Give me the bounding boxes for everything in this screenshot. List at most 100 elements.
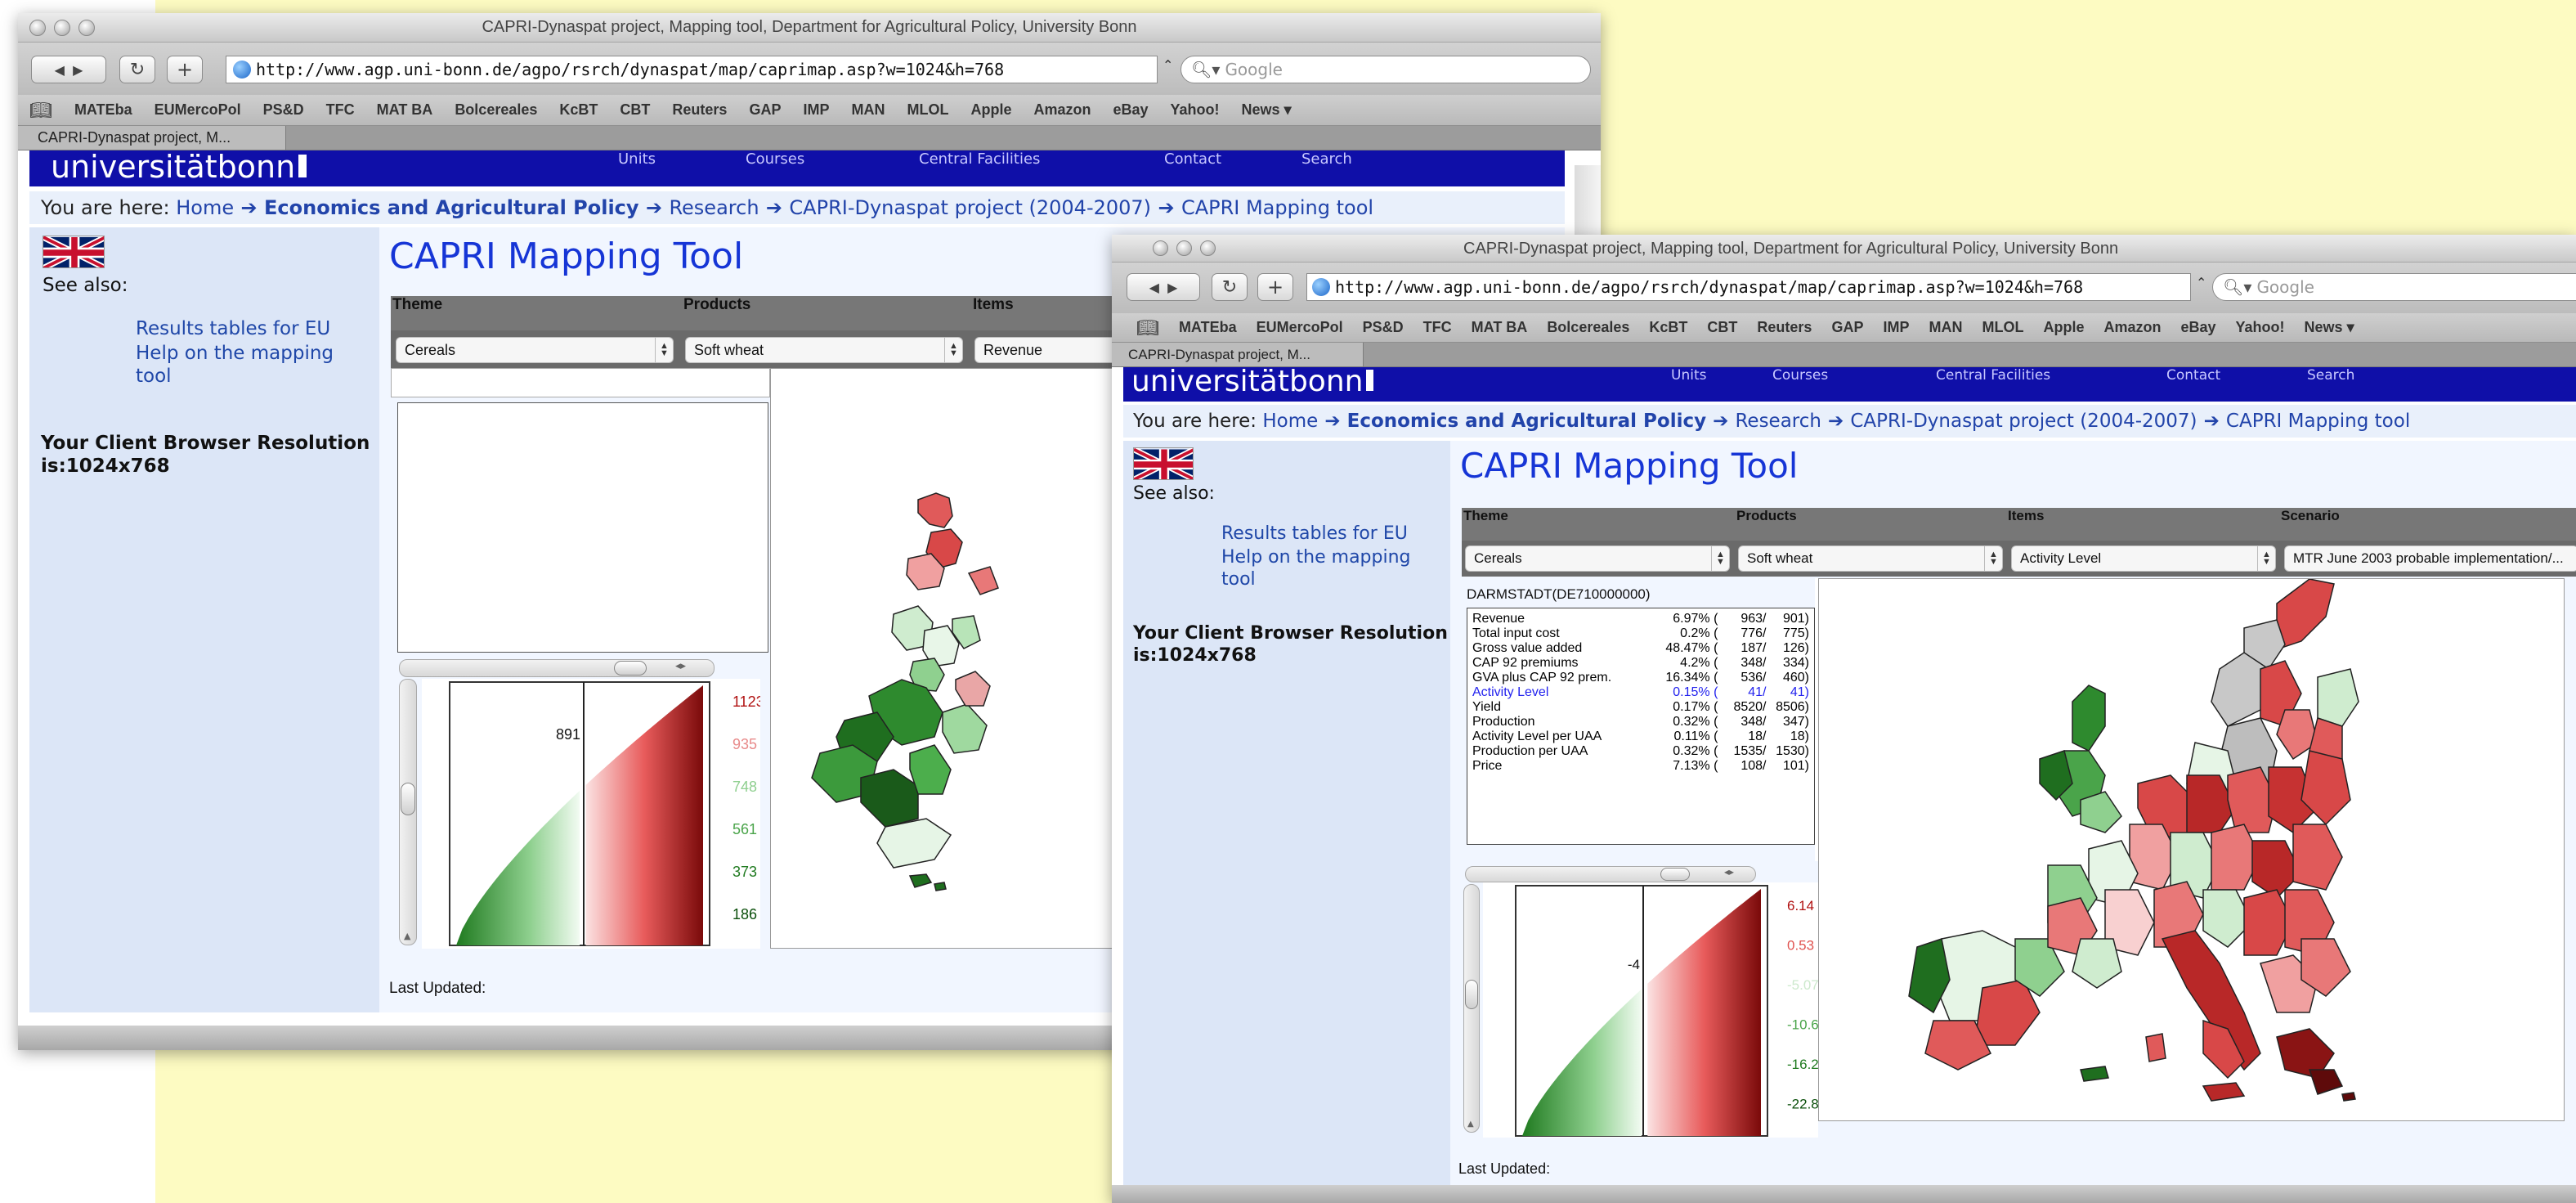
bookmark-item[interactable]: PS&D — [263, 101, 304, 119]
bookmark-item[interactable]: GAP — [1831, 319, 1863, 336]
scroll-arrows-icon[interactable]: ◂▸ — [1724, 866, 1734, 878]
breadcrumb-home[interactable]: Home — [1262, 411, 1318, 432]
search-field[interactable]: 🔍︎▾ Google — [2212, 273, 2576, 301]
nav-contact[interactable]: Contact — [2166, 367, 2307, 384]
minimize-window-button[interactable] — [1176, 240, 1192, 256]
bookmark-item[interactable]: Apple — [970, 101, 1011, 119]
close-window-button[interactable] — [1153, 240, 1168, 256]
bookmarks-book-icon[interactable]: 📖︎ — [1136, 317, 1159, 339]
search-field[interactable]: 🔍︎▾ Google — [1180, 56, 1591, 83]
bookmark-item[interactable]: TFC — [1423, 319, 1452, 336]
scroll-arrow-icon[interactable]: ▲ — [1467, 1120, 1474, 1129]
nav-search[interactable]: Search — [2307, 367, 2354, 384]
address-bar[interactable]: http://www.agp.uni-bonn.de/agpo/rsrch/dy… — [1306, 273, 2191, 301]
item-select[interactable]: Activity Level ▲ ▼ — [2011, 545, 2276, 572]
bookmark-item[interactable]: Bolcereales — [1547, 319, 1629, 336]
link-help-mapping[interactable]: Help on the mapping tool — [136, 342, 356, 388]
product-select[interactable]: Soft wheat ▲ ▼ — [1738, 545, 2003, 572]
nav-courses[interactable]: Courses — [1772, 367, 1936, 384]
bookmark-item[interactable]: MLOL — [1982, 319, 2023, 336]
bookmark-item[interactable]: Reuters — [672, 101, 727, 119]
reload-button[interactable]: ↻ — [1212, 273, 1248, 301]
tab-capri[interactable]: CAPRI-Dynaspat project, M... — [1112, 343, 1364, 366]
breadcrumb-capri-project[interactable]: CAPRI-Dynaspat project (2004-2007) — [789, 196, 1151, 219]
scroll-arrow-icon[interactable]: ▲ — [404, 931, 410, 941]
nav-units[interactable]: Units — [1671, 367, 1772, 384]
breadcrumb-economics[interactable]: Economics and Agricultural Policy — [1347, 411, 1706, 432]
bookmark-item[interactable]: EUMercoPol — [155, 101, 241, 119]
bookmark-item[interactable]: Yahoo! — [2236, 319, 2285, 336]
product-select[interactable]: Soft wheat ▲ ▼ — [685, 337, 963, 363]
reload-button[interactable]: ↻ — [119, 56, 155, 83]
bookmark-item[interactable]: KcBT — [1649, 319, 1687, 336]
nav-units[interactable]: Units — [618, 150, 746, 168]
bookmark-item[interactable]: MAN — [1929, 319, 1962, 336]
bookmark-item[interactable]: MAN — [851, 101, 885, 119]
breadcrumb-economics[interactable]: Economics and Agricultural Policy — [264, 196, 639, 219]
map-canvas[interactable] — [1818, 578, 2565, 1121]
back-forward-button[interactable]: ◀ ▶ — [31, 56, 106, 83]
scroll-arrows-icon[interactable]: ◂▸ — [675, 660, 686, 672]
bookmark-item[interactable]: MAT BA — [377, 101, 433, 119]
bookmark-item[interactable]: MATEba — [74, 101, 132, 119]
new-tab-button[interactable]: + — [1257, 273, 1293, 301]
link-results-tables[interactable]: Results tables for EU — [136, 317, 356, 340]
stats-row[interactable]: Activity Level 0.15% (41/41) — [1472, 685, 1809, 700]
bookmark-item[interactable]: Amazon — [2103, 319, 2161, 336]
bookmark-item[interactable]: eBay — [1113, 101, 1149, 119]
bookmarks-news-menu[interactable]: News ▾ — [1242, 101, 1292, 119]
bookmark-item[interactable]: TFC — [326, 101, 355, 119]
bookmark-item[interactable]: Yahoo! — [1171, 101, 1220, 119]
bookmark-item[interactable]: MLOL — [907, 101, 948, 119]
bookmark-item[interactable]: Bolcereales — [455, 101, 537, 119]
bookmark-item[interactable]: GAP — [749, 101, 781, 119]
bookmarks-news-menu[interactable]: News ▾ — [2305, 319, 2354, 336]
bookmark-item[interactable]: Reuters — [1757, 319, 1812, 336]
nav-central-facilities[interactable]: Central Facilities — [1936, 367, 2166, 384]
theme-select[interactable]: Cereals ▲ ▼ — [396, 337, 674, 363]
theme-select[interactable]: Cereals ▲ ▼ — [1465, 545, 1730, 572]
scroll-thumb[interactable] — [401, 783, 415, 815]
tab-capri[interactable]: CAPRI-Dynaspat project, M... — [18, 126, 286, 150]
breadcrumb-mapping-tool[interactable]: CAPRI Mapping tool — [2226, 411, 2410, 432]
bookmark-item[interactable]: eBay — [2181, 319, 2216, 336]
scroll-thumb[interactable] — [1465, 980, 1478, 1009]
vertical-scrollbar[interactable]: ▲ — [399, 679, 417, 945]
bookmark-item[interactable]: IMP — [1883, 319, 1909, 336]
horizontal-scrollbar[interactable]: ◂▸ — [399, 659, 715, 677]
bookmark-item[interactable]: IMP — [803, 101, 829, 119]
bookmark-item[interactable]: MAT BA — [1472, 319, 1528, 336]
breadcrumb-mapping-tool[interactable]: CAPRI Mapping tool — [1181, 196, 1373, 219]
url-dropdown-icon[interactable]: ⌃ — [2196, 275, 2206, 290]
bookmark-item[interactable]: EUMercoPol — [1257, 319, 1343, 336]
breadcrumb-home[interactable]: Home — [176, 196, 234, 219]
horizontal-scrollbar[interactable]: ◂▸ — [1465, 866, 1756, 882]
new-tab-button[interactable]: + — [167, 56, 203, 83]
link-help-mapping[interactable]: Help on the mapping tool — [1221, 546, 1442, 590]
bookmark-item[interactable]: Apple — [2043, 319, 2084, 336]
bookmark-item[interactable]: CBT — [620, 101, 650, 119]
nav-search[interactable]: Search — [1301, 150, 1352, 168]
breadcrumb-research[interactable]: Research — [1735, 411, 1821, 432]
uk-flag-icon[interactable] — [1133, 447, 1194, 480]
nav-contact[interactable]: Contact — [1164, 150, 1301, 168]
bookmark-item[interactable]: KcBT — [559, 101, 598, 119]
address-bar[interactable]: http://www.agp.uni-bonn.de/agpo/rsrch/dy… — [226, 56, 1158, 83]
bookmark-item[interactable]: CBT — [1707, 319, 1737, 336]
bookmark-item[interactable]: Amazon — [1033, 101, 1091, 119]
link-results-tables[interactable]: Results tables for EU — [1221, 523, 1442, 545]
scenario-select[interactable]: MTR June 2003 probable implementation/..… — [2284, 545, 2576, 572]
scroll-thumb[interactable] — [614, 661, 647, 676]
zoom-window-button[interactable] — [1200, 240, 1216, 256]
vertical-scrollbar[interactable]: ▲ — [1463, 884, 1480, 1133]
back-forward-button[interactable]: ◀ ▶ — [1127, 273, 1200, 301]
scroll-thumb[interactable] — [1660, 868, 1690, 881]
breadcrumb-capri-project[interactable]: CAPRI-Dynaspat project (2004-2007) — [1850, 411, 2197, 432]
bookmark-item[interactable]: MATEba — [1179, 319, 1237, 336]
nav-central-facilities[interactable]: Central Facilities — [919, 150, 1164, 168]
bookmarks-book-icon[interactable]: 📖︎ — [29, 100, 52, 121]
bookmark-item[interactable]: PS&D — [1363, 319, 1404, 336]
url-dropdown-icon[interactable]: ⌃ — [1163, 57, 1173, 73]
uk-flag-icon[interactable] — [43, 236, 105, 268]
nav-courses[interactable]: Courses — [746, 150, 919, 168]
